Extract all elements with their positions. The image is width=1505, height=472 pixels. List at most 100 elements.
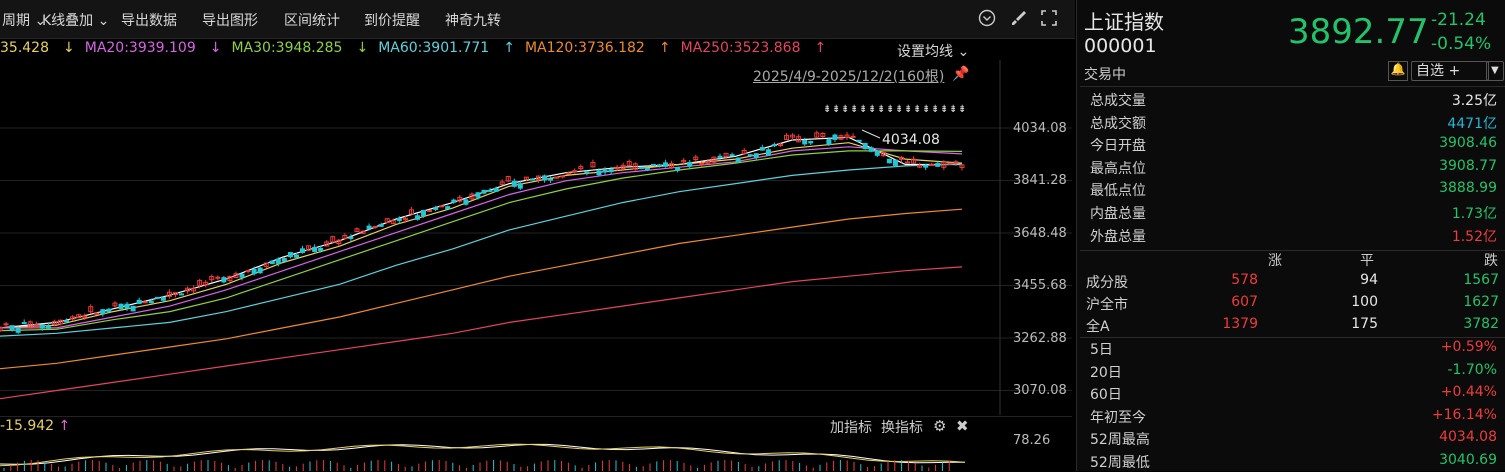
ma-legend-arrow: ↓ [356,40,369,56]
candle [626,159,632,167]
stat-value: 3908.77 [1439,157,1497,174]
candle [874,150,880,158]
gear-icon[interactable]: ⚙ [933,417,946,435]
breadth-label: 成分股 [1086,275,1128,291]
candle [511,178,517,188]
ma-legend-arrow: ↓ [209,40,222,56]
candle [959,164,965,171]
ma-legend-text: MA250:3523.868 [680,40,801,56]
stat-label: 总成交额 [1090,115,1146,132]
divider [1080,250,1505,251]
perf-label: 60日 [1090,387,1122,403]
candle [179,292,185,296]
ma-legend-item: MA20:3939.109 ↓ [85,40,222,56]
y-tick-label: 3070.08 [1013,383,1067,398]
divider [1080,337,1505,338]
bell-icon[interactable]: 🔔 [1388,61,1408,81]
candle [753,153,759,161]
candle [663,159,669,168]
perf-value: 4034.08 [1439,429,1497,445]
stat-value: 3.25亿 [1451,93,1497,109]
breadth-header-up: 涨 [1268,253,1282,269]
price-change-pct: -0.54% [1431,34,1492,54]
toolbar-price-alert[interactable]: 到价提醒 [364,10,420,30]
candle [408,206,414,215]
collapse-icon[interactable] [978,9,996,31]
y-tick-label: 3455.68 [1013,278,1067,293]
y-tick-label: 3262.88 [1013,331,1067,346]
candle [481,189,487,195]
perf-value: 3040.69 [1439,451,1497,468]
switch-indicator-button[interactable]: 换指标 [881,417,923,437]
toolbar-period[interactable]: 周期 ⌄ [2,10,46,30]
signal-marker: ⇟ [949,104,957,115]
index-code: 000001 [1084,35,1157,57]
perf-value: -1.70% [1447,361,1497,378]
candle [136,297,142,305]
peak-arrow [861,129,881,139]
stat-label: 外盘总量 [1090,228,1146,245]
candle [312,244,318,253]
candle [287,252,293,259]
candle [796,134,802,143]
close-icon[interactable]: ✖ [956,417,969,435]
signal-marker: ⇟ [877,104,885,115]
sub-indicator-chart [0,443,966,471]
toolbar-export-image[interactable]: 导出图形 [202,10,258,30]
kline-chart[interactable]: 4034.08⇟ ⇟ ⇟ ⇟ ⇟ ⇟ ⇟ ⇟ ⇟ ⇟ ⇟ ⇟ ⇟ ⇟ ⇟ ⇟ [0,60,1075,415]
candle [650,163,656,167]
candle [203,279,209,288]
candle [257,266,263,275]
candle [88,304,94,314]
watchlist-button[interactable]: 自选 + [1411,61,1489,81]
ma60-line [0,163,963,337]
stat-value: 3908.46 [1439,135,1497,152]
candle [935,161,941,167]
chevron-down-icon: ⌄ [97,13,110,29]
signal-marker: ⇟ [823,104,831,115]
breadth-up: 607 [1231,294,1258,310]
last-price: 3892.77 [1288,12,1429,52]
candle [3,321,9,327]
candle [342,233,348,240]
candle [759,144,765,151]
signal-marker: ⇟ [958,104,966,115]
perf-label: 52周最高 [1090,432,1150,448]
signal-marker: ⇟ [886,104,894,115]
toolbar-kline-overlay[interactable]: K线叠加 ⌄ [42,10,109,30]
fullscreen-icon[interactable] [1040,9,1058,31]
signal-marker: ⇟ [904,104,912,115]
ma10-line [0,142,963,329]
candle [784,133,790,141]
candle [300,245,306,254]
stat-label: 最高点位 [1090,160,1146,177]
candle [808,140,814,145]
watchlist-dropdown[interactable]: ▼ [1486,61,1504,81]
add-indicator-button[interactable]: 加指标 [830,417,872,437]
candle [572,168,578,174]
candle [281,257,287,262]
ma250-line [0,266,963,400]
toolbar-range-stats[interactable]: 区间统计 [284,10,340,30]
toolbar-magic-nine[interactable]: 神奇九转 [445,10,501,30]
candle [820,132,826,139]
sub-indicator-value: -15.942 ↑ [0,418,71,434]
perf-label: 年初至今 [1090,409,1146,426]
breadth-up: 578 [1231,272,1258,288]
candle [638,166,644,170]
candle [166,289,172,299]
candle [354,227,360,233]
ma-legend-item: MA250:3523.868 ↑ [681,40,827,56]
stat-label: 内盘总量 [1090,206,1146,222]
ma-legend: 35.428 ↓ MA20:3939.109 ↓ MA30:3948.285 ↓ MA60:… [0,40,836,58]
toolbar-export-data[interactable]: 导出数据 [121,10,177,30]
candle [378,222,384,228]
breadth-label: 沪全市 [1086,297,1128,313]
breadth-down: 3782 [1463,316,1499,332]
ma-settings-button[interactable]: 设置均线 ⌄ [897,41,969,61]
candle [45,323,51,330]
candle [215,275,221,281]
brush-icon[interactable] [1010,9,1028,31]
candle [947,162,953,165]
ma-legend-item: 35.428 ↓ [0,40,75,56]
